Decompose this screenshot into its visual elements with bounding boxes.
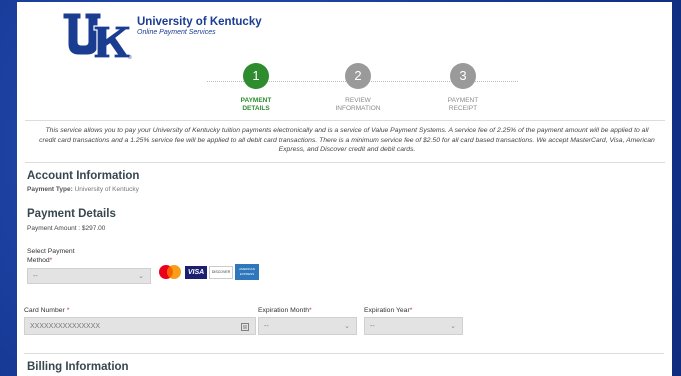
required-asterisk: * (309, 307, 312, 314)
account-information-heading: Account Information (27, 170, 140, 182)
step-1-label-line1: PAYMENT (240, 97, 272, 104)
uk-logo: ® (60, 8, 132, 60)
required-asterisk: * (66, 307, 70, 314)
expiration-month-label-text: Expiration Month (258, 307, 310, 314)
expiration-year-select[interactable]: -- ⌄ (364, 317, 463, 335)
billing-information-heading: Billing Information (27, 361, 129, 373)
required-asterisk: * (49, 256, 53, 264)
card-number-placeholder: XXXXXXXXXXXXXXX (30, 323, 101, 330)
divider-top (25, 120, 665, 121)
payment-method-label-line2: Method (27, 256, 50, 264)
expiration-year-label: Expiration Year* (364, 307, 412, 314)
divider-intro (25, 162, 665, 163)
divider-billing (24, 353, 664, 354)
payment-type-row: Payment Type: University of Kentucky (27, 186, 139, 193)
required-asterisk: * (409, 307, 413, 314)
payment-amount: Payment Amount : $297.00 (27, 225, 106, 232)
chevron-down-icon: ⌄ (344, 323, 350, 330)
discover-icon: DISCOVER (209, 266, 233, 279)
card-number-label: Card Number * (24, 307, 69, 314)
payment-type-label: Payment Type: (27, 186, 73, 193)
mastercard-icon (159, 265, 181, 279)
payment-method-select[interactable]: -- ⌄ (27, 268, 151, 284)
payment-method-label: Select Payment Method* (27, 248, 75, 265)
visa-icon: VISA (185, 266, 207, 279)
payment-method-value: -- (33, 273, 38, 280)
university-title: University of Kentucky (137, 16, 262, 28)
payment-method-label-line1: Select Payment (27, 248, 75, 255)
step-1-label-line2: DETAILS (242, 104, 270, 112)
step-1-circle: 1 (243, 63, 269, 89)
step-1-label: PAYMENT DETAILS (221, 97, 291, 112)
payment-type-value: University of Kentucky (74, 186, 139, 193)
step-3-label-line1: PAYMENT (447, 97, 479, 104)
expiration-month-label: Expiration Month* (258, 307, 312, 314)
expiration-month-value: -- (264, 323, 269, 330)
step-3-circle: 3 (450, 63, 476, 89)
chevron-down-icon: ⌄ (450, 323, 456, 330)
card-number-input[interactable]: XXXXXXXXXXXXXXX (24, 317, 256, 335)
amex-icon: AMERICAN EXPRESS (235, 264, 259, 280)
step-2-label: REVIEW INFORMATION (323, 97, 393, 112)
step-2-circle: 2 (345, 63, 371, 89)
step-2-label-line2: INFORMATION (335, 104, 381, 112)
expiration-year-value: -- (370, 323, 375, 330)
card-scan-icon (241, 323, 249, 331)
payment-details-heading: Payment Details (27, 208, 116, 220)
chevron-down-icon: ⌄ (138, 273, 144, 280)
step-3-label: PAYMENT RECEIPT (428, 97, 498, 112)
svg-text:®: ® (128, 54, 132, 60)
step-3-label-line2: RECEIPT (448, 104, 478, 112)
expiration-year-label-text: Expiration Year (364, 307, 410, 314)
service-intro-text: This service allows you to pay your Univ… (39, 127, 655, 154)
expiration-month-select[interactable]: -- ⌄ (258, 317, 357, 335)
payment-page: ® University of Kentucky Online Payment … (17, 2, 672, 376)
step-2-label-line1: REVIEW (345, 97, 371, 104)
card-number-label-text: Card Number (24, 307, 65, 314)
university-subtitle: Online Payment Services (137, 29, 216, 36)
